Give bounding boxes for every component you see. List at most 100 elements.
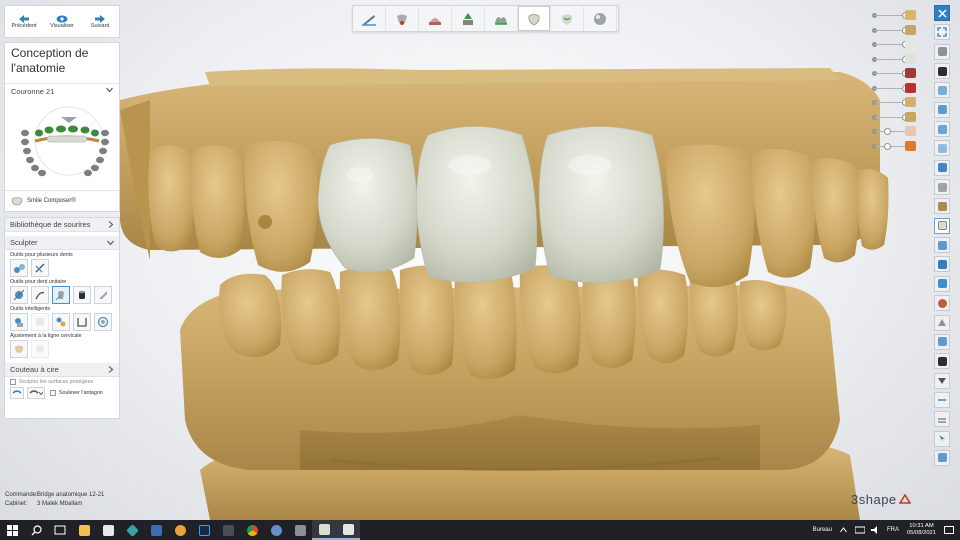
undo-button[interactable] xyxy=(10,387,24,399)
view-button[interactable]: Visualiser xyxy=(43,6,81,37)
taskbar-photoshop[interactable] xyxy=(192,520,216,540)
redo-dropdown[interactable] xyxy=(27,387,45,399)
sculpt-header[interactable]: Sculpter xyxy=(5,236,119,250)
cutter-button[interactable] xyxy=(934,198,950,215)
slider-upper-scan[interactable] xyxy=(868,8,918,23)
smile-composer-row[interactable]: Smile Composer® xyxy=(5,190,119,211)
cutback-step[interactable] xyxy=(551,6,584,31)
single-move-tool[interactable] xyxy=(10,286,28,304)
settings-button[interactable] xyxy=(934,179,950,196)
multi-scale-tool[interactable] xyxy=(31,259,49,277)
smart-frame-tool[interactable] xyxy=(73,313,91,331)
slider-crown-a[interactable] xyxy=(868,37,918,52)
taskbar-app-4[interactable] xyxy=(216,520,240,540)
anatomy-design-panel: Conception de l'anatomie Couronne 21 Smi… xyxy=(4,42,120,212)
lift-antagonist-checkbox[interactable] xyxy=(50,390,56,396)
dental-model-render[interactable] xyxy=(0,0,960,520)
taskbar-chrome[interactable] xyxy=(240,520,264,540)
3d-viewport[interactable] xyxy=(0,0,960,520)
cervical-adjust-tool[interactable] xyxy=(10,340,28,358)
protected-surfaces-option[interactable]: Sculpter les surfaces protégées xyxy=(5,377,119,387)
window-button[interactable] xyxy=(934,159,950,176)
smart-morph-tool[interactable] xyxy=(31,313,49,331)
die-step[interactable] xyxy=(419,6,452,31)
anatomy-step[interactable] xyxy=(518,6,551,31)
gingiva-step[interactable] xyxy=(485,6,518,31)
next-button[interactable]: Suivant xyxy=(81,6,119,37)
lift-antagonist-option[interactable]: Soulever l'antagon xyxy=(48,390,103,396)
taskbar-3shape-b[interactable] xyxy=(336,520,360,540)
smile-library-header[interactable]: Bibliothèque de sourires xyxy=(5,218,119,232)
notification-icon[interactable] xyxy=(944,525,954,535)
cursor-button[interactable] xyxy=(934,430,950,447)
slider-face[interactable] xyxy=(868,139,918,154)
taskbar-app-3[interactable] xyxy=(168,520,192,540)
taskbar-calculator[interactable] xyxy=(96,520,120,540)
network-icon[interactable] xyxy=(854,526,865,534)
cervical-smooth-tool[interactable] xyxy=(31,340,49,358)
taskbar-app-1[interactable] xyxy=(120,520,144,540)
panel-button[interactable] xyxy=(934,140,950,157)
measure-button[interactable] xyxy=(934,391,950,408)
multi-move-tool[interactable] xyxy=(10,259,28,277)
slider-cutback[interactable] xyxy=(868,66,918,81)
upper-jaw-icon xyxy=(905,10,916,20)
start-button[interactable] xyxy=(0,520,24,540)
fit-view-button[interactable] xyxy=(934,24,950,41)
stack-button[interactable] xyxy=(934,121,950,138)
clock[interactable]: 10:31 AM 05/08/2021 xyxy=(899,523,944,538)
surface-icon xyxy=(97,316,109,328)
taskbar-file-explorer[interactable] xyxy=(72,520,96,540)
task-view-button[interactable] xyxy=(48,520,72,540)
slider-die[interactable] xyxy=(868,81,918,96)
section-button[interactable] xyxy=(934,411,950,428)
designed-crowns[interactable] xyxy=(317,126,664,283)
grid-button[interactable] xyxy=(934,333,950,350)
slider-implant[interactable] xyxy=(868,95,918,110)
wax-knife-header[interactable]: Couteau à cire xyxy=(5,363,119,377)
slider-antagonist[interactable] xyxy=(868,23,918,38)
tooth-view-button[interactable] xyxy=(934,237,950,254)
slider-crown-b[interactable] xyxy=(868,52,918,67)
taskbar-app-5[interactable] xyxy=(264,520,288,540)
close-button[interactable] xyxy=(934,5,950,21)
slider-smile[interactable] xyxy=(868,124,918,139)
cervical-icon xyxy=(15,345,23,353)
previous-button[interactable]: Précédent xyxy=(5,6,43,37)
down-arrow-button[interactable] xyxy=(934,372,950,389)
taskbar-app-2[interactable] xyxy=(144,520,168,540)
crown-selector[interactable]: Couronne 21 xyxy=(5,84,119,98)
avatar-button[interactable] xyxy=(934,295,950,312)
single-scale-tool[interactable] xyxy=(52,286,70,304)
layer-copy-button[interactable] xyxy=(934,82,950,99)
margin-line-step[interactable] xyxy=(353,6,386,31)
eye-icon xyxy=(56,15,68,22)
single-knife-tool[interactable] xyxy=(94,286,112,304)
slider-gingiva[interactable] xyxy=(868,110,918,125)
tooth-arch-diagram[interactable] xyxy=(5,99,119,189)
single-rotate-tool[interactable] xyxy=(31,286,49,304)
smart-contact-tool[interactable] xyxy=(10,313,28,331)
triangle-button[interactable] xyxy=(934,314,950,331)
protected-surfaces-checkbox[interactable] xyxy=(10,379,16,385)
camera-button[interactable] xyxy=(934,353,950,370)
sphere-step[interactable] xyxy=(584,6,617,31)
insertion-step[interactable] xyxy=(452,6,485,31)
volume-icon[interactable] xyxy=(870,526,881,534)
tooth-side-button[interactable] xyxy=(934,217,950,234)
layers-button[interactable] xyxy=(934,43,950,60)
gallery-button[interactable] xyxy=(934,63,950,80)
chevron-up-icon[interactable] xyxy=(840,527,847,533)
preparation-step[interactable] xyxy=(386,6,419,31)
taskbar-3shape-a[interactable] xyxy=(312,520,336,540)
smart-surface-tool[interactable] xyxy=(94,313,112,331)
cube-button[interactable] xyxy=(934,275,950,292)
single-cylinder-tool[interactable] xyxy=(73,286,91,304)
screenshot-button[interactable] xyxy=(934,449,950,466)
taskbar-app-6[interactable] xyxy=(288,520,312,540)
jaw-button[interactable] xyxy=(934,256,950,273)
search-button[interactable] xyxy=(24,520,48,540)
language-indicator[interactable]: FRA xyxy=(887,527,899,533)
smart-occlusion-tool[interactable] xyxy=(52,313,70,331)
duplicate-button[interactable] xyxy=(934,101,950,118)
